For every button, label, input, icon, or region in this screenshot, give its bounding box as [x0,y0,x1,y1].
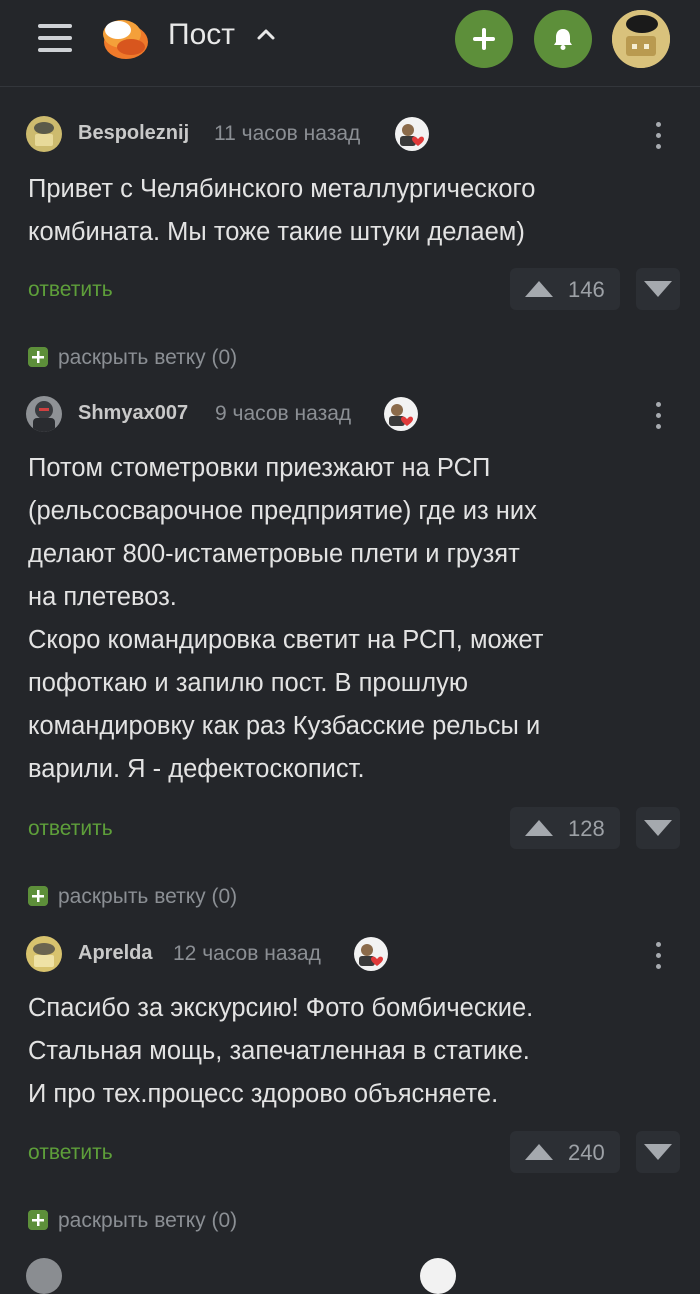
arrow-down-icon [644,820,672,836]
next-comment-avatar[interactable] [26,1258,62,1294]
downvote-button[interactable] [636,807,680,849]
comment-time: 12 часов назад [173,942,321,965]
arrow-down-icon [644,1144,672,1160]
arrow-up-icon [525,281,553,297]
chevron-up-icon[interactable] [256,27,276,41]
comment-time: 9 часов назад [215,402,352,425]
page-title[interactable]: Пост [168,18,235,52]
hamburger-icon[interactable] [38,22,74,54]
author-badge-icon [354,937,388,971]
comment-author[interactable]: Bespoleznij [78,122,189,145]
avatar[interactable] [26,396,62,432]
upvote-button[interactable]: 146 [510,268,620,310]
upvote-button[interactable]: 128 [510,807,620,849]
comment-text: Спасибо за экскурсию! Фото бомбические. … [28,994,534,1108]
avatar[interactable] [26,936,62,972]
expand-thread-label: раскрыть ветку (0) [58,346,238,369]
user-avatar[interactable] [612,10,670,68]
comment-time: 11 часов назад [214,122,361,145]
comment-text: Привет с Челябинского металлургического … [28,175,536,246]
rating-count: 240 [568,1140,605,1165]
downvote-button[interactable] [636,1131,680,1173]
more-options-icon[interactable] [654,942,662,972]
expand-thread-label: раскрыть ветку (0) [58,1209,238,1232]
more-options-icon[interactable] [654,402,662,432]
expand-thread-label: раскрыть ветку (0) [58,885,238,908]
arrow-down-icon [644,281,672,297]
add-post-button[interactable] [455,10,513,68]
avatar[interactable] [26,116,62,152]
arrow-up-icon [525,1144,553,1160]
author-badge-icon [395,117,429,151]
pikabu-logo-icon[interactable] [98,14,150,62]
comment-text: Потом стометровки приезжают на РСП (рель… [28,454,544,783]
author-badge-icon [384,397,418,431]
arrow-up-icon [525,820,553,836]
comment-author[interactable]: Aprelda [78,942,152,965]
upvote-button[interactable]: 240 [510,1131,620,1173]
rating-count: 128 [568,816,605,841]
plus-square-icon [28,347,48,367]
next-comment-badge-icon [420,1258,456,1294]
top-bar: Пост [0,0,700,87]
plus-icon [473,28,495,50]
rating-count: 146 [568,277,605,302]
downvote-button[interactable] [636,268,680,310]
comment-author[interactable]: Shmyax007 [78,402,188,425]
more-options-icon[interactable] [654,122,662,152]
reply-link[interactable]: ответить [28,278,113,302]
plus-square-icon [28,1210,48,1230]
reply-link[interactable]: ответить [28,817,113,841]
plus-square-icon [28,886,48,906]
bell-icon [554,29,572,50]
reply-link[interactable]: ответить [28,1141,113,1165]
notifications-button[interactable] [534,10,592,68]
